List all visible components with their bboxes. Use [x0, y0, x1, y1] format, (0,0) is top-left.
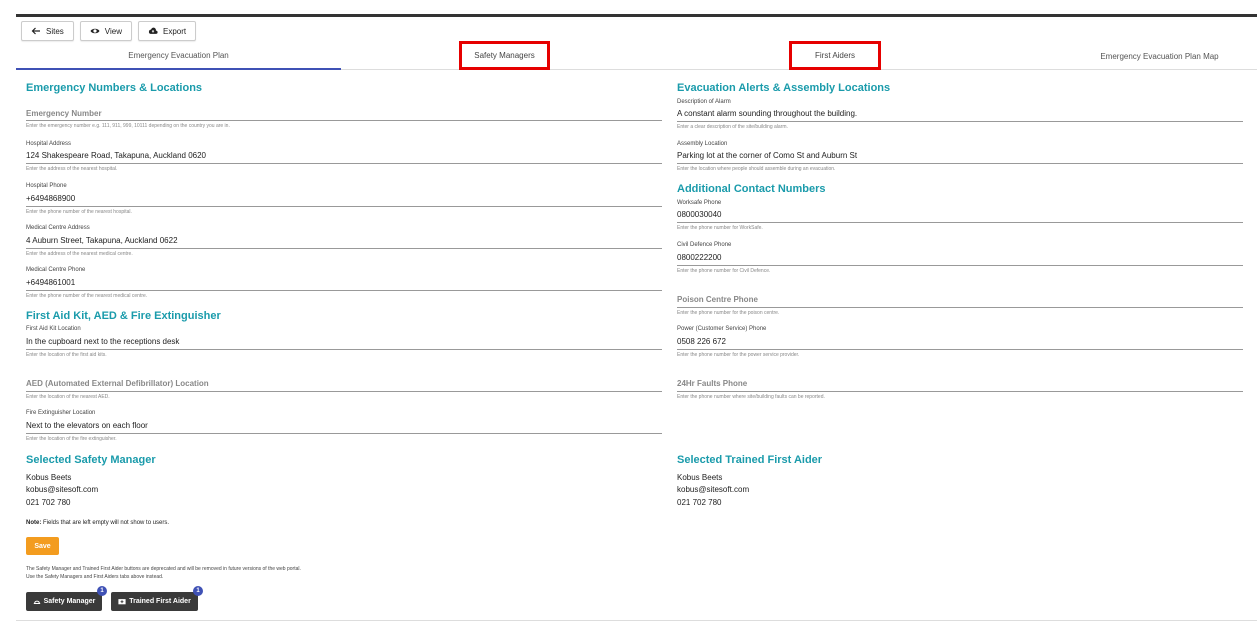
- field-value: 124 Shakespeare Road, Takapuna, Auckland…: [26, 151, 206, 160]
- field-value: 4 Auburn Street, Takapuna, Auckland 0622: [26, 236, 178, 245]
- field-help: Enter the emergency number e.g. 111, 911…: [26, 123, 230, 129]
- tab-emergency-evacuation-plan-map[interactable]: Emergency Evacuation Plan Map: [1086, 43, 1233, 70]
- field-underline: [677, 265, 1243, 266]
- field-help: Enter the phone number for the power ser…: [677, 352, 800, 358]
- top-border: [16, 14, 1257, 17]
- tab-bar: Emergency Evacuation Plan Safety Manager…: [16, 41, 1257, 70]
- hard-hat-icon: [33, 600, 40, 605]
- sites-button[interactable]: Sites: [21, 21, 74, 41]
- field-help: Enter the phone number for WorkSafe.: [677, 225, 763, 231]
- first-aider-phone: 021 702 780: [677, 498, 722, 507]
- field-value: A constant alarm sounding throughout the…: [677, 109, 858, 118]
- field-value: 0800222200: [677, 253, 722, 262]
- field-value: 0508 226 672: [677, 337, 726, 346]
- tab-first-aiders[interactable]: First Aiders: [789, 41, 881, 70]
- trained-first-aider-button[interactable]: Trained First Aider 1: [111, 586, 203, 611]
- field-help: Enter the location of the first aid kits…: [26, 352, 107, 358]
- field-underline: [677, 349, 1243, 350]
- cloud-upload-icon: [148, 27, 158, 34]
- save-button[interactable]: Save: [26, 537, 59, 555]
- first-aid-kit-icon: [118, 599, 126, 605]
- field-underline: [26, 163, 662, 164]
- bottom-divider: [16, 620, 1257, 621]
- first-aider-email: kobus@sitesoft.com: [677, 485, 750, 494]
- field-help: Enter the address of the nearest medical…: [26, 251, 133, 257]
- field-value: +6494861001: [26, 278, 76, 287]
- tab-safety-managers[interactable]: Safety Managers: [459, 41, 550, 70]
- view-label: View: [104, 26, 122, 36]
- field-help: Enter the phone number of the nearest me…: [26, 293, 148, 299]
- field-label: Medical Centre Phone: [26, 267, 86, 273]
- section-title-emergency-numbers: Emergency Numbers & Locations: [26, 82, 203, 94]
- field-value: Parking lot at the corner of Como St and…: [677, 151, 858, 160]
- field-label: Hospital Phone: [26, 183, 67, 189]
- field-label: Medical Centre Address: [26, 225, 90, 231]
- field-label: Assembly Location: [677, 141, 728, 147]
- export-label: Export: [163, 26, 187, 36]
- field-underline: [26, 290, 662, 291]
- first-aider-name: Kobus Beets: [677, 473, 723, 482]
- field-label: AED (Automated External Defibrillator) L…: [26, 379, 209, 388]
- toolbar: Sites View Export: [21, 21, 197, 41]
- view-button[interactable]: View: [79, 21, 132, 41]
- safety-manager-name: Kobus Beets: [26, 473, 72, 482]
- note-body: Fields that are left empty will not show…: [41, 520, 170, 526]
- field-value: Next to the elevators on each floor: [26, 421, 148, 430]
- field-underline: [26, 120, 662, 121]
- field-help: Enter a clear description of the site/bu…: [677, 124, 788, 130]
- field-help: Enter the phone number where site/buildi…: [677, 394, 825, 400]
- field-help: Enter the phone number for the poison ce…: [677, 310, 780, 316]
- sites-label: Sites: [46, 26, 64, 36]
- field-label: 24Hr Faults Phone: [677, 379, 748, 388]
- note-label: Note:: [26, 520, 42, 526]
- section-title-evacuation-alerts: Evacuation Alerts & Assembly Locations: [677, 82, 891, 94]
- tab-emergency-evacuation-plan[interactable]: Emergency Evacuation Plan: [16, 43, 341, 70]
- field-label: Fire Extinguisher Location: [26, 410, 96, 416]
- trained-first-aider-count-badge: 1: [193, 586, 203, 596]
- export-button[interactable]: Export: [138, 21, 197, 41]
- section-title-additional-contacts: Additional Contact Numbers: [677, 183, 826, 195]
- field-help: Enter the location of the fire extinguis…: [26, 436, 117, 442]
- field-help: Enter the phone number for Civil Defence…: [677, 268, 771, 274]
- field-label: First Aid Kit Location: [26, 326, 81, 332]
- field-help: Enter the location of the nearest AED.: [26, 394, 110, 400]
- section-title-selected-first-aider: Selected Trained First Aider: [677, 454, 823, 466]
- safety-manager-button-label: Safety Manager: [43, 598, 96, 605]
- field-underline: [677, 307, 1243, 308]
- field-underline: [26, 349, 662, 350]
- field-value: In the cupboard next to the receptions d…: [26, 337, 180, 346]
- field-underline: [677, 121, 1243, 122]
- field-help: Enter the address of the nearest hospita…: [26, 166, 118, 172]
- eye-icon: [90, 28, 100, 34]
- field-label: Power (Customer Service) Phone: [677, 326, 767, 332]
- field-help: Enter the phone number of the nearest ho…: [26, 209, 132, 215]
- safety-manager-button[interactable]: Safety Manager 1: [26, 586, 107, 611]
- field-value: +6494868900: [26, 194, 76, 203]
- field-label: Civil Defence Phone: [677, 242, 732, 248]
- field-underline: [677, 222, 1243, 223]
- field-label: Description of Alarm: [677, 99, 731, 105]
- field-help: Enter the location where people should a…: [677, 166, 836, 172]
- arrow-left-icon: [31, 27, 40, 35]
- field-underline: [677, 391, 1243, 392]
- section-title-selected-safety-manager: Selected Safety Manager: [26, 454, 156, 466]
- deprecated-notice-1: The Safety Manager and Trained First Aid…: [26, 566, 301, 572]
- section-title-first-aid: First Aid Kit, AED & Fire Extinguisher: [26, 310, 221, 322]
- field-underline: [26, 206, 662, 207]
- safety-manager-email: kobus@sitesoft.com: [26, 485, 99, 494]
- field-underline: [26, 391, 662, 392]
- field-label: Emergency Number: [26, 109, 102, 118]
- field-label: Hospital Address: [26, 141, 72, 147]
- safety-manager-count-badge: 1: [97, 586, 107, 596]
- safety-manager-phone: 021 702 780: [26, 498, 71, 507]
- trained-first-aider-button-label: Trained First Aider: [129, 598, 191, 605]
- note-text: Note: Fields that are left empty will no…: [26, 520, 169, 526]
- field-underline: [677, 163, 1243, 164]
- field-underline: [26, 248, 662, 249]
- deprecated-notice-2: Use the Safety Managers and First Aiders…: [26, 574, 164, 580]
- field-value: 0800030040: [677, 210, 722, 219]
- field-label: Poison Centre Phone: [677, 295, 758, 304]
- field-label: Worksafe Phone: [677, 200, 722, 206]
- field-underline: [26, 433, 662, 434]
